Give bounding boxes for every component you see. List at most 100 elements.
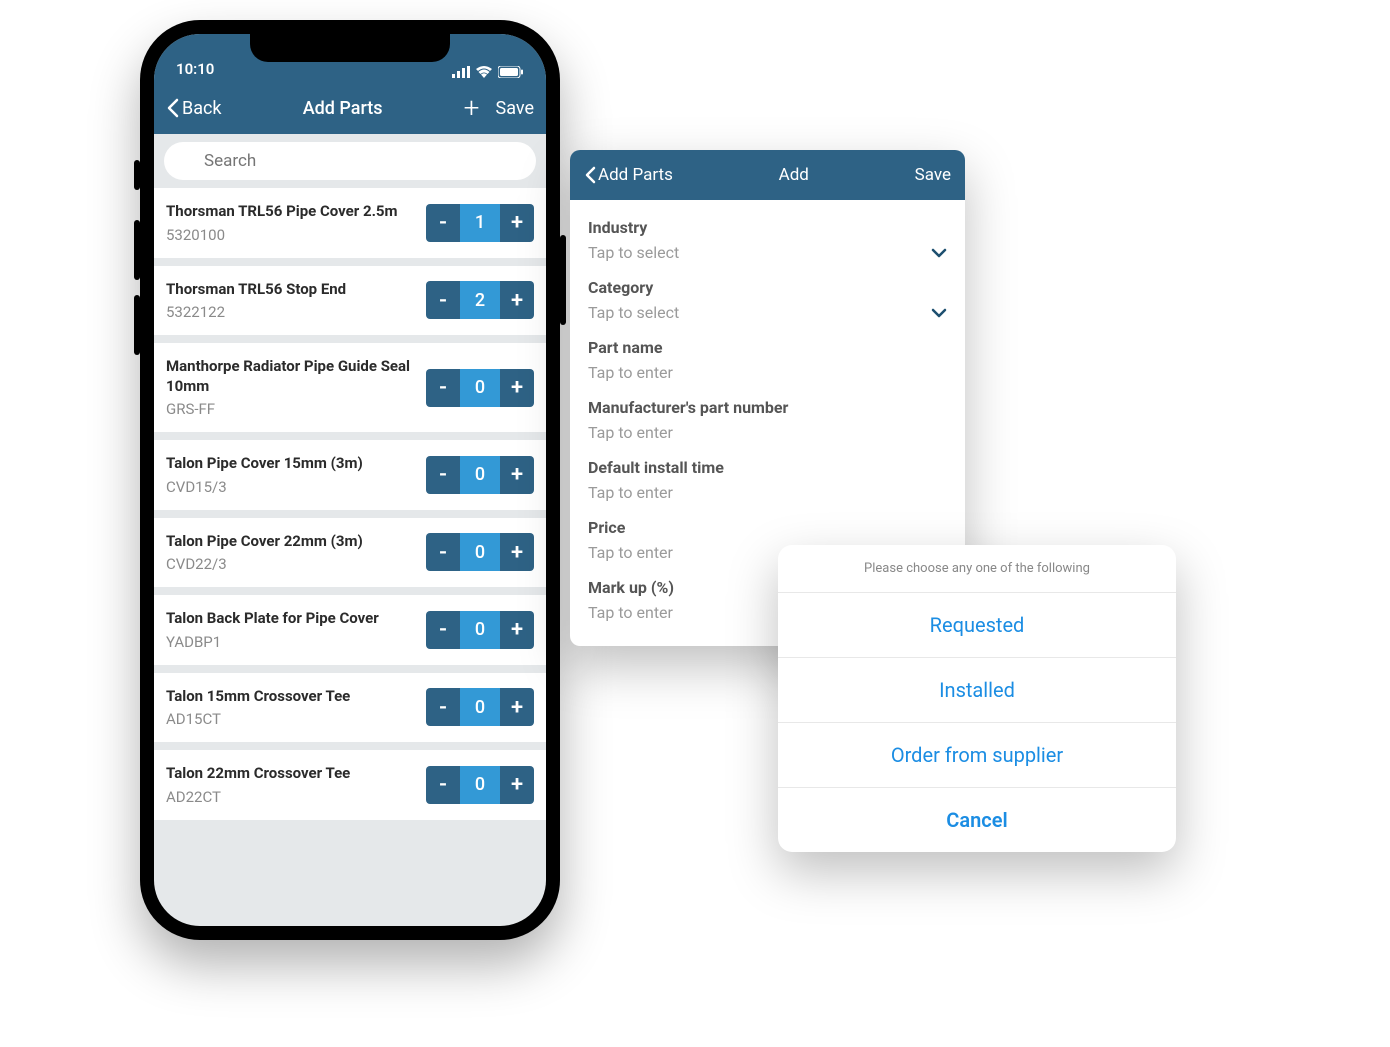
decrement-button[interactable]: - [426,456,460,494]
increment-button[interactable]: + [500,533,534,571]
quantity-value: 0 [460,369,500,407]
back-button[interactable]: Back [166,98,222,119]
category-field[interactable]: Category Tap to select [588,266,947,326]
quantity-stepper: -0+ [426,456,534,494]
search-bar [154,134,546,188]
list-item[interactable]: Talon 15mm Crossover TeeAD15CT -0+ [154,673,546,743]
field-placeholder: Tap to enter [588,603,673,622]
field-label: Part name [588,338,947,357]
quantity-stepper: -2+ [426,281,534,319]
signal-icon [452,66,470,78]
plus-icon[interactable]: + [464,94,480,122]
save-button[interactable]: Save [496,98,535,119]
search-input[interactable] [164,142,536,180]
increment-button[interactable]: + [500,369,534,407]
action-sheet: Please choose any one of the following R… [778,545,1176,852]
part-name: Talon Back Plate for Pipe Cover [166,609,416,629]
quantity-stepper: -0+ [426,611,534,649]
quantity-stepper: -0+ [426,369,534,407]
part-code: CVD22/3 [166,555,416,573]
part-name-field[interactable]: Part name Tap to enter [588,326,947,386]
decrement-button[interactable]: - [426,369,460,407]
field-placeholder: Tap to enter [588,363,673,382]
phone-frame: 10:10 Back Add Parts + Save [140,20,560,940]
part-name: Manthorpe Radiator Pipe Guide Seal 10mm [166,357,416,396]
status-icons [452,66,524,78]
list-item[interactable]: Talon 22mm Crossover Tee AD22CT -0+ [154,750,546,820]
volume-button [134,160,140,190]
list-item[interactable]: Thorsman TRL56 Stop End 5322122 -2+ [154,266,546,336]
list-item[interactable]: Talon Pipe Cover 15mm (3m)CVD15/3 -0+ [154,440,546,510]
quantity-value: 0 [460,456,500,494]
nav-bar: Back Add Parts + Save [154,82,546,134]
part-name: Talon 22mm Crossover Tee [166,764,416,784]
wifi-icon [476,66,492,78]
field-placeholder: Tap to enter [588,483,673,502]
status-time: 10:10 [176,60,214,78]
action-order-supplier[interactable]: Order from supplier [778,723,1176,788]
increment-button[interactable]: + [500,281,534,319]
list-item[interactable]: Manthorpe Radiator Pipe Guide Seal 10mm G… [154,343,546,432]
decrement-button[interactable]: - [426,533,460,571]
power-button [560,235,566,325]
battery-icon [498,66,524,78]
chevron-down-icon [931,248,947,258]
back-button[interactable]: Add Parts [584,165,673,185]
field-placeholder: Tap to select [588,243,679,262]
increment-button[interactable]: + [500,688,534,726]
decrement-button[interactable]: - [426,766,460,804]
decrement-button[interactable]: - [426,688,460,726]
part-name: Thorsman TRL56 Stop End [166,280,416,300]
quantity-stepper: -1+ [426,204,534,242]
part-name: Thorsman TRL56 Pipe Cover 2.5m [166,202,416,222]
increment-button[interactable]: + [500,766,534,804]
nav-title: Add Parts [303,98,383,119]
part-code: AD22CT [166,788,416,806]
action-installed[interactable]: Installed [778,658,1176,723]
save-button[interactable]: Save [915,165,951,185]
parts-list: Thorsman TRL56 Pipe Cover 2.5m5320100 -1… [154,188,546,820]
install-time-field[interactable]: Default install time Tap to enter [588,446,947,506]
list-item[interactable]: Talon Back Plate for Pipe Cover YADBP1 -0… [154,595,546,665]
decrement-button[interactable]: - [426,611,460,649]
action-cancel[interactable]: Cancel [778,788,1176,852]
action-sheet-header: Please choose any one of the following [778,545,1176,593]
list-item[interactable]: Thorsman TRL56 Pipe Cover 2.5m 5320100 -1… [154,188,546,258]
part-name: Talon Pipe Cover 22mm (3m) [166,532,416,552]
part-code: AD15CT [166,710,416,728]
list-item[interactable]: Talon Pipe Cover 22mm (3m) CVD22/3 -0+ [154,518,546,588]
part-code: 5320100 [166,226,416,244]
chevron-left-icon [584,166,596,184]
notch [250,34,450,62]
quantity-value: 0 [460,766,500,804]
action-requested[interactable]: Requested [778,593,1176,658]
back-label: Back [182,98,222,119]
increment-button[interactable]: + [500,204,534,242]
part-code: 5322122 [166,303,416,321]
field-label: Default install time [588,458,947,477]
decrement-button[interactable]: - [426,204,460,242]
field-label: Category [588,278,947,297]
part-code: GRS-FF [166,400,416,418]
industry-field[interactable]: Industry Tap to select [588,206,947,266]
part-code: YADBP1 [166,633,416,651]
field-label: Industry [588,218,947,237]
mfr-part-field[interactable]: Manufacturer's part number Tap to enter [588,386,947,446]
quantity-value: 0 [460,611,500,649]
phone-screen: 10:10 Back Add Parts + Save [154,34,546,926]
volume-button [134,295,140,355]
quantity-value: 1 [460,204,500,242]
quantity-stepper: -0+ [426,766,534,804]
quantity-value: 2 [460,281,500,319]
field-label: Price [588,518,947,537]
quantity-stepper: -0+ [426,688,534,726]
field-label: Manufacturer's part number [588,398,947,417]
add-nav-bar: Add Parts Add Save [570,150,965,200]
chevron-down-icon [931,308,947,318]
field-placeholder: Tap to select [588,303,679,322]
decrement-button[interactable]: - [426,281,460,319]
quantity-value: 0 [460,533,500,571]
increment-button[interactable]: + [500,456,534,494]
increment-button[interactable]: + [500,611,534,649]
quantity-stepper: -0+ [426,533,534,571]
